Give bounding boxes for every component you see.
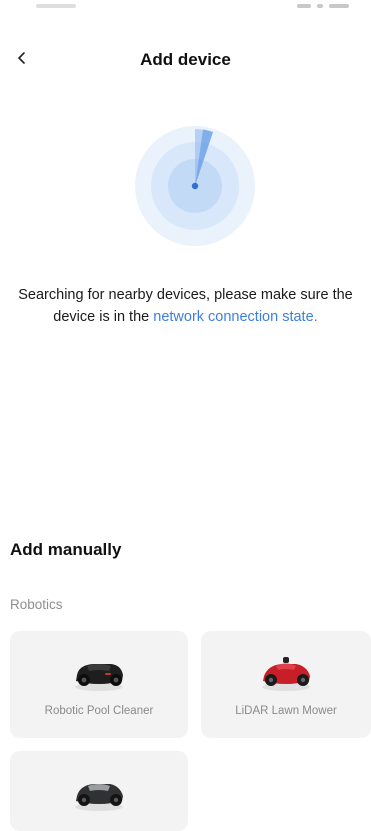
header: Add device	[0, 42, 371, 78]
page-title: Add device	[140, 50, 231, 69]
status-time	[36, 4, 76, 8]
network-connection-link[interactable]: network connection state.	[153, 309, 317, 325]
device-name: Robotic Pool Cleaner	[44, 705, 154, 717]
robot-mower-black-icon	[75, 664, 123, 691]
status-bar	[0, 0, 371, 18]
status-icons	[297, 4, 349, 8]
radar-search-icon	[135, 126, 255, 246]
category-robotics: Robotics	[10, 597, 63, 612]
robot-mower-red-icon	[262, 657, 310, 691]
device-card-robotic-pool-cleaner[interactable]: Robotic Pool Cleaner	[10, 631, 188, 738]
device-card-lidar-lawn-mower[interactable]: LiDAR Lawn Mower	[201, 631, 371, 738]
add-manually-heading: Add manually	[10, 540, 122, 559]
robot-mower-gray-icon	[75, 784, 123, 811]
search-status-text: Searching for nearby devices, please mak…	[10, 284, 361, 328]
device-card-robot-mower[interactable]	[10, 751, 188, 831]
device-name: LiDAR Lawn Mower	[235, 705, 337, 717]
